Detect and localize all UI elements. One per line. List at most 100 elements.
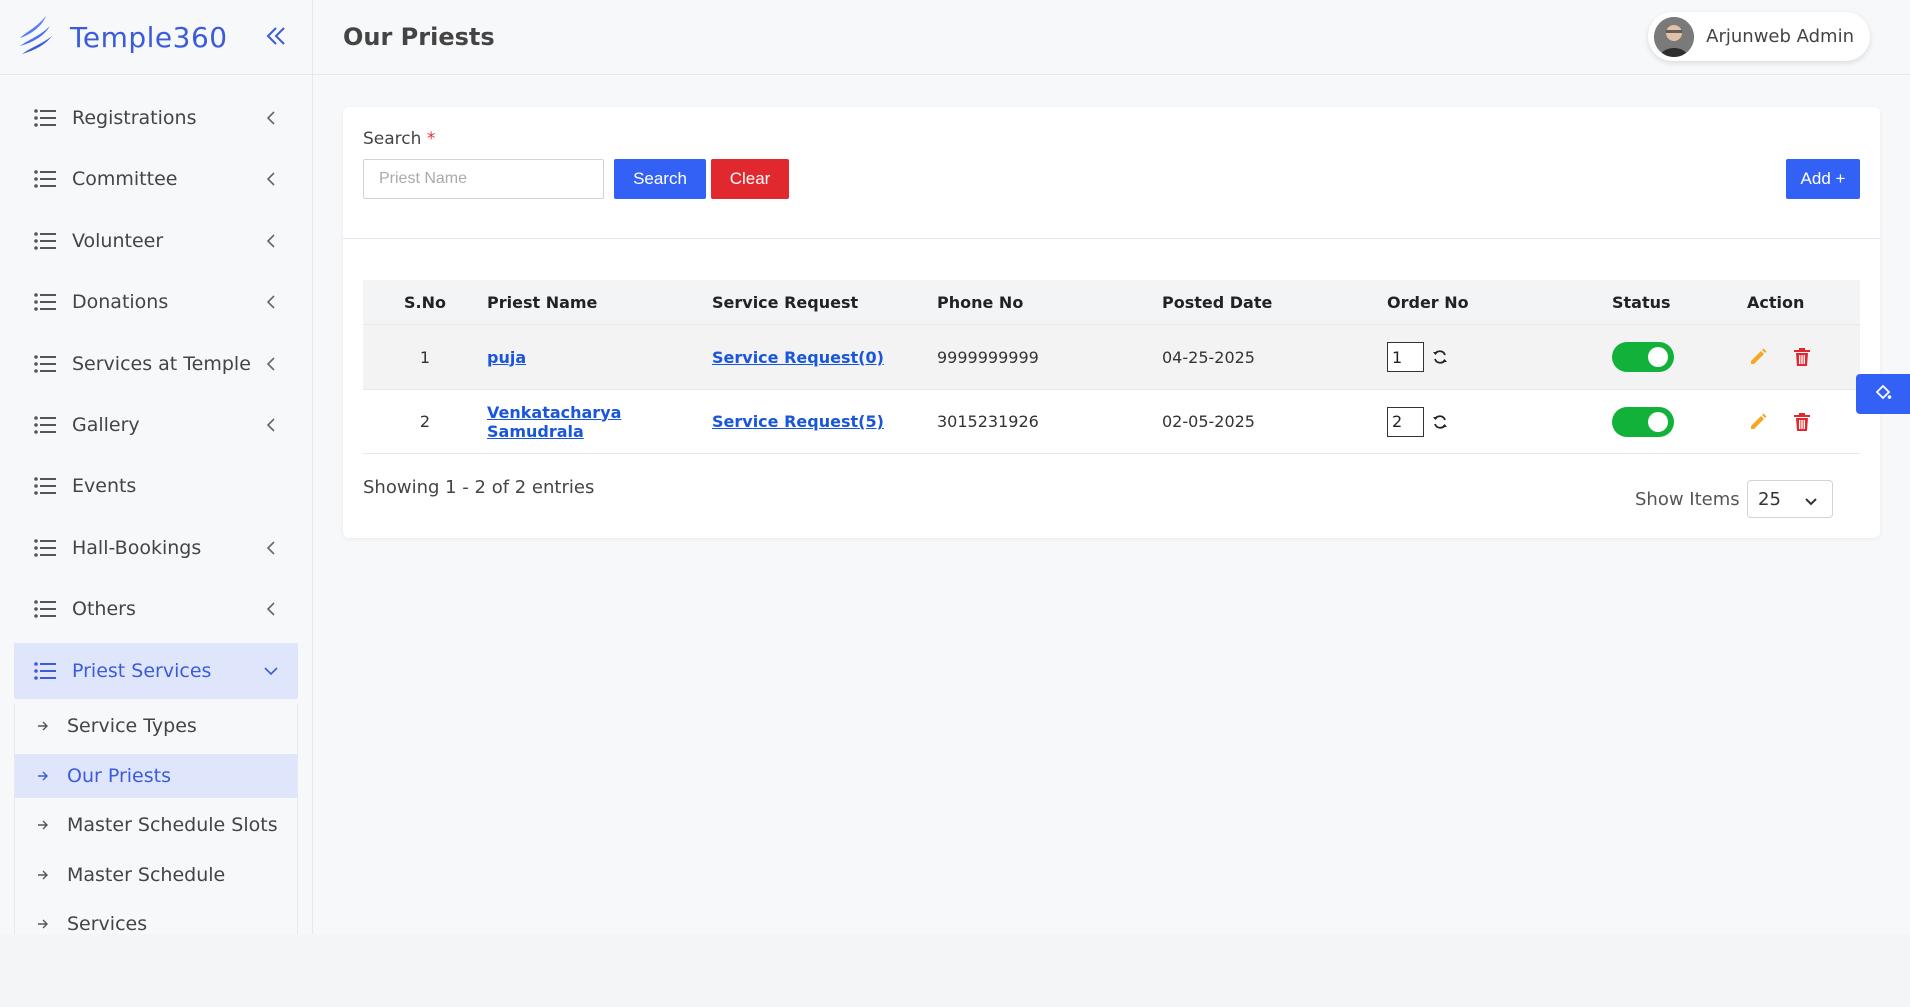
priest-name-link[interactable]: Venkatacharya Samudrala bbox=[487, 403, 621, 441]
temple360-logo-icon bbox=[16, 14, 58, 60]
arrow-right-icon bbox=[37, 720, 53, 732]
col-status: Status bbox=[1612, 292, 1671, 312]
sidebar-menu: Registrations Committee Volunteer Donations… bbox=[0, 75, 312, 934]
sidebar-item-priest-services[interactable]: Priest Services bbox=[14, 642, 298, 699]
list-icon bbox=[34, 415, 58, 435]
sidebar-item-others[interactable]: Others bbox=[14, 581, 298, 637]
order-no-input[interactable] bbox=[1387, 342, 1424, 372]
toggle-knob bbox=[1648, 347, 1668, 367]
required-mark: * bbox=[426, 129, 436, 149]
sidebar-item-label: Others bbox=[72, 598, 136, 621]
refresh-icon[interactable] bbox=[1432, 413, 1450, 431]
collapse-sidebar-icon[interactable] bbox=[262, 22, 290, 50]
list-icon bbox=[34, 169, 58, 189]
col-action: Action bbox=[1747, 292, 1805, 312]
sidebar-item-label: Gallery bbox=[72, 413, 140, 436]
priests-card: Search * Search Clear Add + S.No Priest … bbox=[343, 107, 1880, 538]
sidebar-item-label: Events bbox=[72, 475, 137, 498]
arrow-right-icon bbox=[37, 869, 53, 881]
sidebar-subitem-our-priests[interactable]: Our Priests bbox=[15, 753, 297, 798]
status-toggle[interactable] bbox=[1612, 406, 1674, 437]
page-footer-area bbox=[0, 934, 1910, 1007]
list-icon bbox=[34, 599, 58, 619]
sidebar-item-gallery[interactable]: Gallery bbox=[14, 397, 298, 453]
priest-name-search-input[interactable] bbox=[363, 159, 604, 199]
sidebar-item-committee[interactable]: Committee bbox=[14, 151, 298, 207]
sidebar-subitem-label: Service Types bbox=[67, 714, 197, 737]
sidebar-item-label: Hall-Bookings bbox=[72, 536, 202, 559]
chevron-down-icon bbox=[264, 664, 278, 678]
table-header: S.No Priest Name Service Request Phone N… bbox=[363, 280, 1860, 324]
sidebar-item-hall-bookings[interactable]: Hall-Bookings bbox=[14, 520, 298, 576]
priest-name-link[interactable]: puja bbox=[487, 348, 526, 367]
chevron-down-icon bbox=[1804, 493, 1818, 507]
sidebar-item-registrations[interactable]: Registrations bbox=[14, 90, 298, 146]
sidebar-subitem-label: Services bbox=[67, 913, 148, 934]
cell-sno: 1 bbox=[419, 347, 431, 367]
sidebar-subitem-label: Master Schedule Slots bbox=[67, 814, 278, 837]
user-name: Arjunweb Admin bbox=[1706, 26, 1854, 47]
table-row: 2 Venkatacharya Samudrala Service Request(… bbox=[363, 389, 1860, 454]
entries-summary: Showing 1 - 2 of 2 entries bbox=[363, 477, 595, 498]
priest-services-submenu: Service Types Our Priests Master Schedule … bbox=[14, 703, 298, 934]
sidebar-subitem-services[interactable]: Services bbox=[15, 902, 297, 934]
service-request-link[interactable]: Service Request(5) bbox=[712, 412, 884, 431]
chevron-left-icon bbox=[264, 418, 278, 432]
delete-icon[interactable] bbox=[1791, 411, 1813, 433]
status-toggle[interactable] bbox=[1612, 342, 1674, 372]
col-priest-name: Priest Name bbox=[487, 292, 598, 312]
chevron-left-icon bbox=[264, 172, 278, 186]
show-items-label: Show Items bbox=[1635, 489, 1740, 510]
chevron-left-icon bbox=[264, 111, 278, 125]
arrow-right-icon bbox=[37, 770, 53, 782]
service-request-link[interactable]: Service Request(0) bbox=[712, 348, 884, 367]
sidebar-subitem-service-types[interactable]: Service Types bbox=[15, 704, 297, 748]
paint-bucket-icon bbox=[1874, 383, 1892, 406]
page-size-select[interactable]: 25 bbox=[1747, 480, 1833, 518]
sidebar-subitem-master-schedule[interactable]: Master Schedule bbox=[15, 853, 297, 897]
refresh-icon[interactable] bbox=[1432, 348, 1450, 366]
chevron-left-icon bbox=[264, 541, 278, 555]
toggle-knob bbox=[1648, 411, 1668, 432]
clear-button[interactable]: Clear bbox=[711, 159, 789, 199]
sidebar-item-volunteer[interactable]: Volunteer bbox=[14, 213, 298, 269]
sidebar-subitem-master-schedule-slots[interactable]: Master Schedule Slots bbox=[15, 803, 297, 847]
chevron-left-icon bbox=[264, 234, 278, 248]
delete-icon[interactable] bbox=[1791, 346, 1813, 368]
add-priest-button[interactable]: Add + bbox=[1786, 159, 1860, 199]
sidebar: Temple360 Registrations Committee Voluntee… bbox=[0, 0, 313, 934]
col-order-no: Order No bbox=[1387, 292, 1469, 312]
cell-phone: 9999999999 bbox=[937, 347, 1039, 367]
arrow-right-icon bbox=[37, 819, 53, 831]
edit-icon[interactable] bbox=[1747, 346, 1769, 368]
list-icon bbox=[34, 538, 58, 558]
page-size-value: 25 bbox=[1758, 488, 1781, 510]
page-title: Our Priests bbox=[343, 23, 495, 51]
sidebar-item-events[interactable]: Events bbox=[14, 458, 298, 514]
priests-table: S.No Priest Name Service Request Phone N… bbox=[363, 280, 1860, 454]
cell-phone: 3015231926 bbox=[937, 412, 1039, 431]
sidebar-item-donations[interactable]: Donations bbox=[14, 274, 298, 330]
avatar bbox=[1654, 16, 1695, 57]
list-icon bbox=[34, 292, 58, 312]
sidebar-item-services-at-temple[interactable]: Services at Temple bbox=[14, 336, 298, 392]
col-sno: S.No bbox=[404, 292, 446, 312]
chevron-left-icon bbox=[264, 356, 278, 371]
sidebar-item-label: Committee bbox=[72, 168, 178, 191]
search-button[interactable]: Search bbox=[614, 159, 706, 199]
divider bbox=[343, 238, 1880, 239]
sidebar-subitem-label: Master Schedule bbox=[67, 863, 226, 886]
sidebar-subitem-label: Our Priests bbox=[67, 764, 171, 787]
sidebar-item-label: Services at Temple bbox=[72, 352, 251, 375]
chevron-left-icon bbox=[264, 602, 278, 616]
sidebar-item-label: Registrations bbox=[72, 107, 197, 129]
brand: Temple360 bbox=[0, 0, 312, 75]
cell-sno: 2 bbox=[419, 412, 431, 431]
user-menu[interactable]: Arjunweb Admin bbox=[1648, 12, 1870, 61]
theme-customizer-button[interactable] bbox=[1856, 374, 1910, 414]
order-no-input[interactable] bbox=[1387, 406, 1424, 437]
edit-icon[interactable] bbox=[1747, 411, 1769, 433]
col-phone: Phone No bbox=[937, 292, 1024, 312]
list-icon bbox=[34, 661, 58, 681]
list-icon bbox=[34, 476, 58, 496]
